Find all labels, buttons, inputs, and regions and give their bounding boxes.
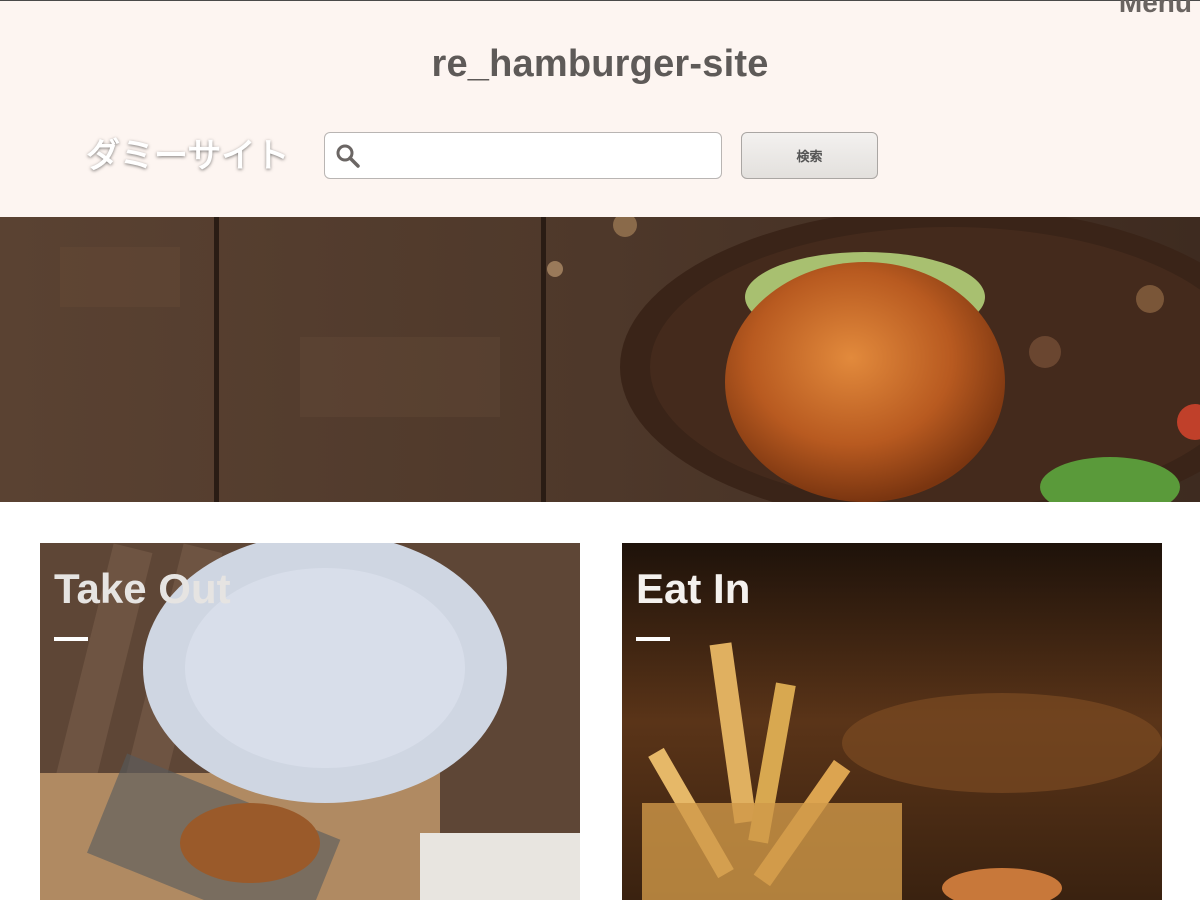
search-input[interactable] bbox=[367, 135, 717, 176]
hero-text: ダミーサイト bbox=[86, 136, 290, 176]
hero-banner bbox=[0, 217, 1200, 502]
card-eat-in[interactable]: Eat In bbox=[622, 543, 1162, 900]
search-button[interactable]: 検索 bbox=[741, 132, 878, 179]
site-title[interactable]: re_hamburger-site bbox=[0, 43, 1200, 86]
menu-button[interactable]: Menu bbox=[1119, 0, 1192, 19]
eat-in-title: Eat In bbox=[636, 565, 751, 612]
hero-image bbox=[0, 217, 1200, 502]
site-header: Menu re_hamburger-site 検索 bbox=[0, 0, 1200, 217]
take-out-divider bbox=[54, 637, 88, 641]
search-icon bbox=[336, 144, 360, 168]
take-out-title: Take Out bbox=[54, 565, 231, 612]
card-take-out[interactable]: Take Out bbox=[40, 543, 580, 900]
eat-in-divider bbox=[636, 637, 670, 641]
search-box[interactable] bbox=[324, 132, 722, 179]
